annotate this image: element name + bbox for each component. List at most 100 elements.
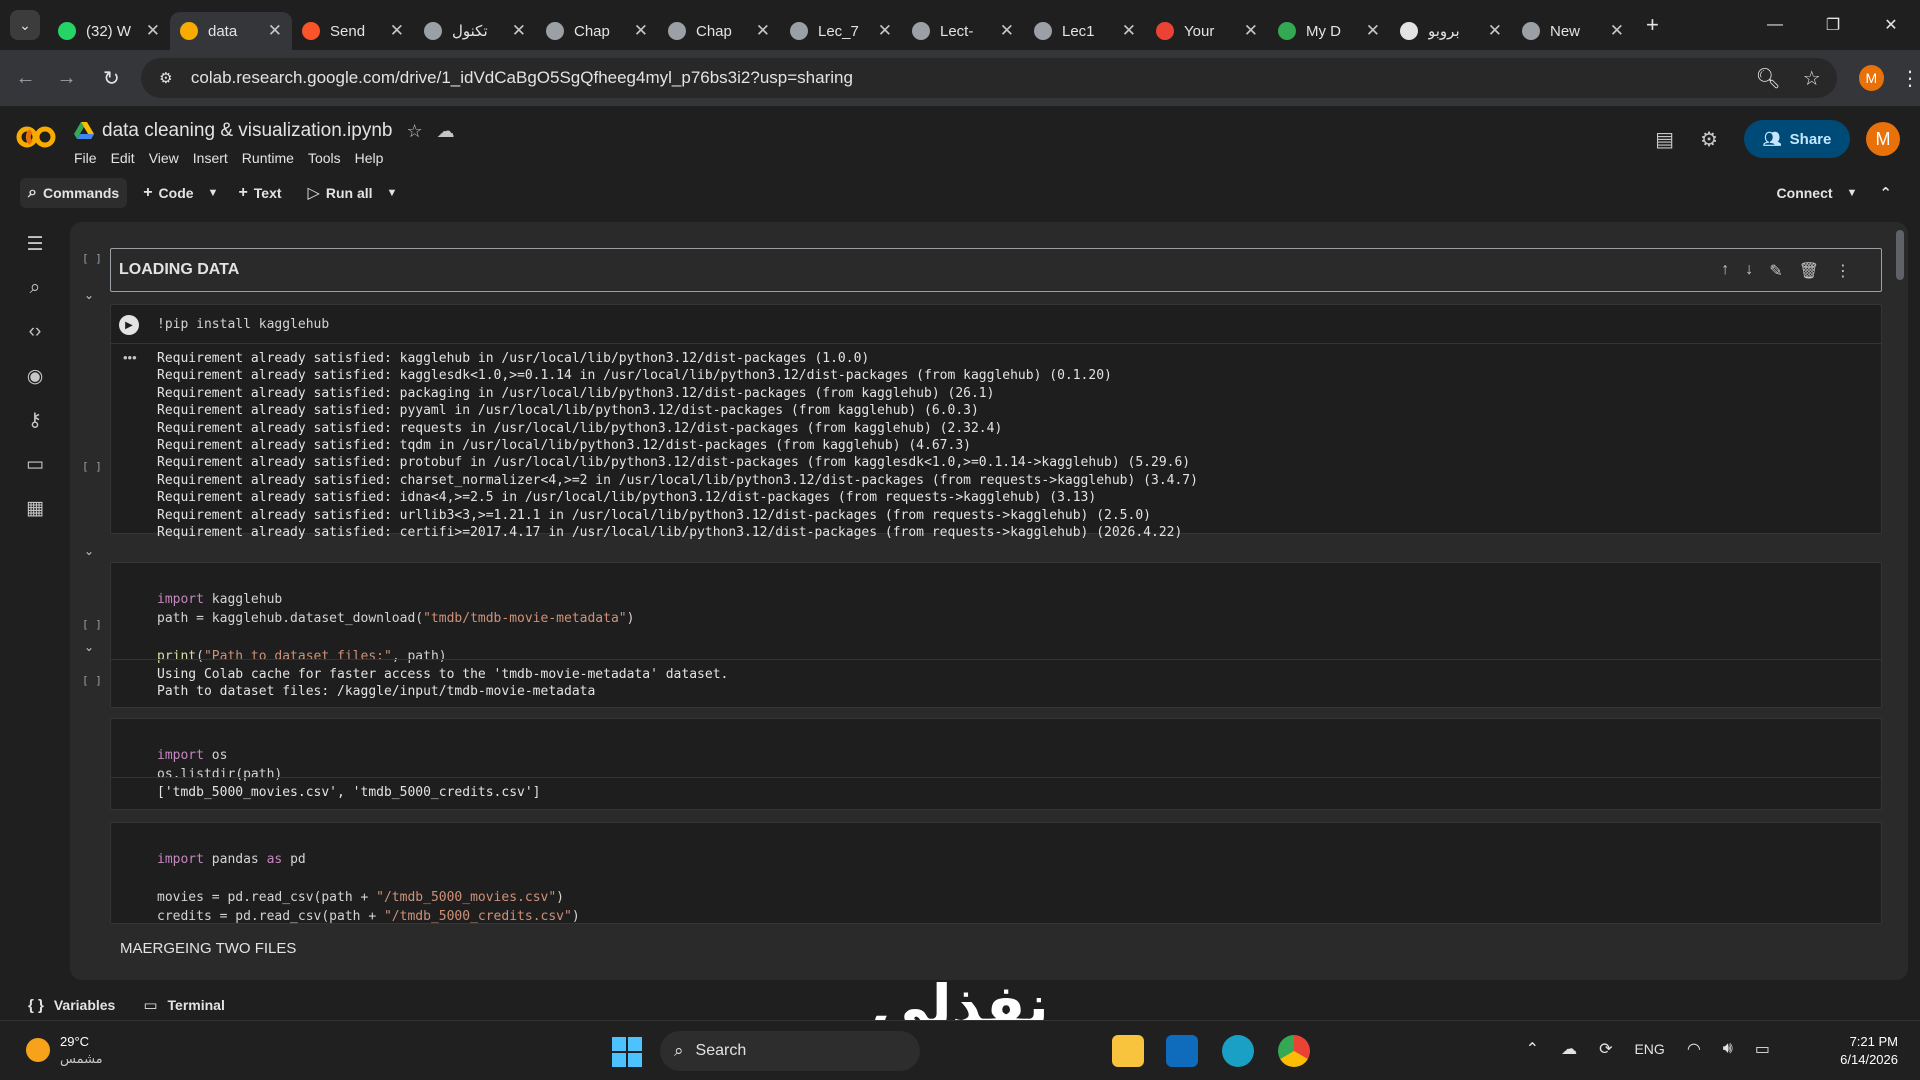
colab-logo[interactable]	[16, 122, 58, 152]
edit-pencil-icon[interactable]: ✎	[1769, 261, 1782, 281]
close-tab-icon[interactable]: ✕	[1610, 21, 1624, 41]
add-code-button[interactable]: + Code ▼	[137, 178, 232, 208]
address-bar[interactable]: ⚙ colab.research.google.com/drive/1_idVd…	[140, 58, 1837, 98]
url-text[interactable]: colab.research.google.com/drive/1_idVdCa…	[191, 68, 853, 88]
language-indicator[interactable]: ENG	[1634, 1041, 1664, 1057]
reload-button[interactable]: ↻	[92, 58, 131, 98]
browser-tab[interactable]: بروبو ✕	[1390, 12, 1512, 50]
collapse-output-chevron-icon[interactable]: ⌄	[84, 288, 94, 302]
browser-tab[interactable]: New ✕	[1512, 12, 1634, 50]
browser-tab[interactable]: Send ✕	[292, 12, 414, 50]
zoom-icon[interactable]: 🔍︎	[1755, 66, 1780, 91]
section-heading[interactable]: MAERGEING TWO FILES	[120, 940, 296, 957]
sync-icon[interactable]: ⟳	[1599, 1039, 1612, 1059]
code-snippets-icon[interactable]: ‹›	[0, 310, 70, 354]
new-tab-button[interactable]: +	[1646, 12, 1659, 38]
code-block[interactable]: import kagglehub path = kagglehub.datase…	[157, 571, 634, 666]
code-block[interactable]: import pandas as pd movies = pd.read_csv…	[157, 831, 580, 926]
run-cell-button[interactable]: ▶	[119, 315, 139, 335]
weather-widget[interactable]: 29°C مشمس	[26, 1033, 103, 1067]
close-tab-icon[interactable]: ✕	[390, 21, 404, 41]
chrome-menu-icon[interactable]: ⋮	[1900, 66, 1920, 91]
code-cell[interactable]: import os os.listdir(path) ['tmdb_5000_m…	[110, 718, 1882, 810]
restore-button[interactable]: ❐	[1804, 0, 1862, 50]
menu-file[interactable]: File	[74, 150, 97, 166]
connect-button[interactable]: Connect	[1777, 185, 1833, 201]
close-tab-icon[interactable]: ✕	[146, 21, 160, 41]
commands-button[interactable]: ⌕ Commands	[20, 178, 128, 208]
browser-tab[interactable]: Chap ✕	[536, 12, 658, 50]
onedrive-cloud-icon[interactable]: ☁	[1561, 1039, 1577, 1059]
menu-edit[interactable]: Edit	[111, 150, 135, 166]
close-tab-icon[interactable]: ✕	[634, 21, 648, 41]
edge-icon[interactable]	[1222, 1035, 1254, 1067]
chrome-icon[interactable]	[1278, 1035, 1310, 1067]
close-tab-icon[interactable]: ✕	[1488, 21, 1502, 41]
code-block[interactable]: import os os.listdir(path)	[157, 727, 282, 784]
minimize-button[interactable]: —	[1746, 0, 1804, 50]
taskbar-search[interactable]: ⌕ Search	[660, 1031, 920, 1071]
notebook-title[interactable]: data cleaning & visualization.ipynb	[102, 120, 392, 142]
add-text-button[interactable]: + Text	[232, 178, 287, 208]
browser-tab[interactable]: Chap ✕	[658, 12, 780, 50]
close-tab-icon[interactable]: ✕	[1244, 21, 1258, 41]
share-button[interactable]: 👥︎ Share	[1744, 120, 1850, 158]
caret-down-icon[interactable]: ▼	[208, 187, 219, 199]
delete-icon[interactable]: 🗑︎	[1799, 261, 1819, 281]
close-tab-icon[interactable]: ✕	[756, 21, 770, 41]
more-options-icon[interactable]: ⋮	[1835, 261, 1851, 281]
code-line[interactable]: !pip install kagglehub	[157, 315, 329, 334]
browser-tab[interactable]: My D ✕	[1268, 12, 1390, 50]
file-explorer-icon[interactable]	[1112, 1035, 1144, 1067]
scrollbar[interactable]	[1896, 230, 1904, 280]
star-icon[interactable]: ☆	[406, 121, 422, 142]
battery-icon[interactable]: ▭	[1755, 1039, 1770, 1059]
close-window-button[interactable]: ✕	[1862, 0, 1920, 50]
settings-gear-icon[interactable]: ⚙	[1700, 127, 1718, 152]
cloud-saved-icon[interactable]: ☁	[437, 121, 455, 142]
bookmark-star-icon[interactable]: ☆	[1803, 66, 1821, 91]
table-of-contents-icon[interactable]: ☰	[0, 222, 70, 266]
data-table-icon[interactable]: ▦	[0, 486, 70, 530]
back-button[interactable]: ←	[6, 58, 45, 98]
clock[interactable]: 7:21 PM 6/14/2026	[1840, 1033, 1898, 1069]
move-up-icon[interactable]: ↑	[1721, 261, 1729, 281]
files-folder-icon[interactable]: ▭	[0, 442, 70, 486]
comment-icon[interactable]: ▤	[1655, 127, 1674, 152]
browser-tab[interactable]: data ✕	[170, 12, 292, 50]
run-all-button[interactable]: ▷ Run all ▼	[302, 178, 412, 208]
close-tab-icon[interactable]: ✕	[1366, 21, 1380, 41]
move-down-icon[interactable]: ↓	[1745, 261, 1753, 281]
collapse-output-chevron-icon[interactable]: ⌄	[84, 544, 94, 558]
chevron-up-icon[interactable]: ⌃	[1526, 1039, 1539, 1059]
browser-tab[interactable]: (32) W ✕	[48, 12, 170, 50]
browser-tab[interactable]: Lect- ✕	[902, 12, 1024, 50]
volume-icon[interactable]: 🔊︎	[1723, 1040, 1733, 1058]
wifi-icon[interactable]: ◠	[1687, 1039, 1701, 1059]
find-icon[interactable]: ⌕	[0, 266, 70, 310]
close-tab-icon[interactable]: ✕	[268, 21, 282, 41]
variables-button[interactable]: { } Variables	[28, 997, 115, 1014]
collapse-output-chevron-icon[interactable]: ⌄	[84, 640, 94, 654]
output-menu-icon[interactable]: •••	[123, 350, 137, 365]
code-cell[interactable]: ▶ !pip install kagglehub ••• Requirement…	[110, 304, 1882, 540]
menu-tools[interactable]: Tools	[308, 150, 341, 166]
close-tab-icon[interactable]: ✕	[878, 21, 892, 41]
close-tab-icon[interactable]: ✕	[1000, 21, 1014, 41]
chrome-profile-avatar[interactable]: M	[1858, 65, 1884, 91]
close-tab-icon[interactable]: ✕	[1122, 21, 1136, 41]
menu-runtime[interactable]: Runtime	[242, 150, 294, 166]
variables-inspector-icon[interactable]: ◉	[0, 354, 70, 398]
start-button[interactable]	[612, 1037, 642, 1067]
markdown-cell[interactable]: LOADING DATA ↑ ↓ ✎ 🗑︎ ⋮	[110, 248, 1882, 292]
code-cell[interactable]: import pandas as pd movies = pd.read_csv…	[110, 822, 1882, 924]
code-cell[interactable]: import kagglehub path = kagglehub.datase…	[110, 562, 1882, 708]
caret-down-icon[interactable]: ▼	[1847, 187, 1858, 199]
secrets-key-icon[interactable]: ⚷	[0, 398, 70, 442]
site-info-icon[interactable]: ⚙	[155, 67, 177, 89]
tab-search-button[interactable]: ⌄	[10, 10, 40, 40]
menu-view[interactable]: View	[149, 150, 179, 166]
browser-tab[interactable]: Lec_7 ✕	[780, 12, 902, 50]
close-tab-icon[interactable]: ✕	[512, 21, 526, 41]
browser-tab[interactable]: Lec1 ✕	[1024, 12, 1146, 50]
